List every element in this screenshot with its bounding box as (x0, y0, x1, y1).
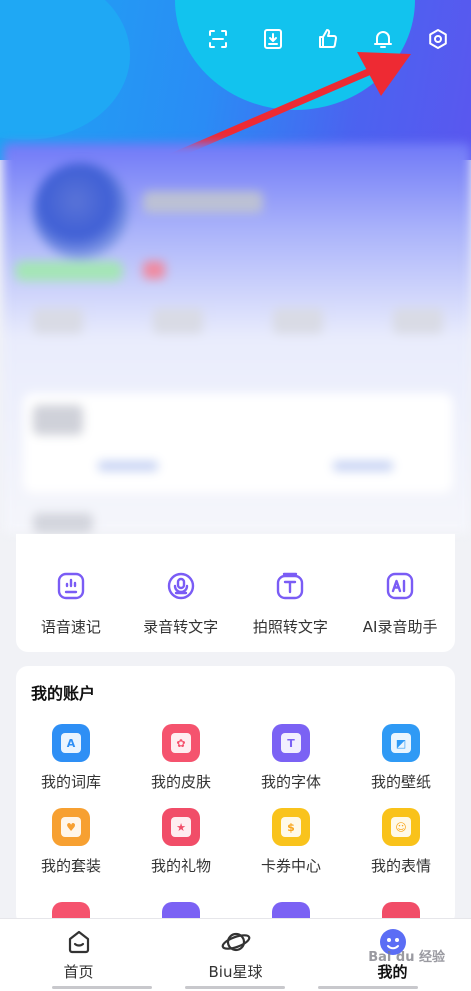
tool-label: 录音转文字 (143, 618, 219, 636)
account-item-wallpaper[interactable]: ◩ 我的壁纸 (346, 724, 455, 792)
gift-icon: ★ (162, 808, 200, 846)
badge-placeholder (143, 261, 165, 279)
watermark: Bai du 经验 (368, 950, 445, 965)
account-item-font[interactable]: T 我的字体 (236, 724, 346, 792)
stats-row-placeholder (33, 308, 443, 334)
top-toolbar (190, 23, 465, 55)
bell-icon[interactable] (355, 23, 410, 55)
planet-icon (221, 927, 251, 957)
nav-planet[interactable]: Biu星球 (157, 919, 314, 991)
account-item-label: 卡券中心 (260, 857, 321, 875)
account-item-label: 我的字体 (260, 773, 321, 791)
voice-note-icon (53, 568, 89, 604)
account-item-coupon[interactable]: $ 卡券中心 (236, 808, 346, 876)
account-item-label: 我的壁纸 (370, 773, 431, 791)
nav-indicator (318, 986, 418, 989)
account-item-label: 我的词库 (40, 773, 101, 791)
tool-photo-to-text[interactable]: 拍照转文字 (236, 534, 346, 652)
nav-indicator (185, 986, 285, 989)
dictionary-icon: A (52, 724, 90, 762)
nav-home[interactable]: 首页 (0, 919, 157, 991)
profile-header (0, 0, 471, 160)
section-title: 我的账户 (31, 684, 96, 703)
my-account-card: 我的账户 A 我的词库 ✿ 我的皮肤 T 我的字体 ◩ 我的壁纸 ♥ 我的套装 … (16, 666, 455, 926)
tool-recording-to-text[interactable]: 录音转文字 (126, 534, 236, 652)
coupon-icon: $ (272, 808, 310, 846)
suit-icon: ♥ (52, 808, 90, 846)
card-title-placeholder (33, 405, 83, 435)
username-placeholder (143, 191, 263, 213)
wallpaper-icon: ◩ (382, 724, 420, 762)
photo-to-text-icon (272, 568, 308, 604)
blurred-profile-area (3, 143, 471, 533)
card-button-placeholder (333, 461, 393, 471)
skin-icon: ✿ (162, 724, 200, 762)
thumbs-up-icon[interactable] (300, 23, 355, 55)
account-grid: A 我的词库 ✿ 我的皮肤 T 我的字体 ◩ 我的壁纸 ♥ 我的套装 ★ 我的礼… (16, 724, 455, 926)
scan-icon[interactable] (190, 23, 245, 55)
badge-placeholder (15, 261, 123, 281)
tools-card: 语音速记 录音转文字 拍照转文字 AI录音助手 (16, 534, 455, 652)
tool-label: AI录音助手 (362, 618, 438, 636)
nav-label: 首页 (63, 963, 94, 981)
account-item-emoji[interactable]: ☺ 我的表情 (346, 808, 455, 876)
download-icon[interactable] (245, 23, 300, 55)
avatar[interactable] (33, 163, 129, 259)
nav-label: Biu星球 (208, 963, 263, 981)
section-title-placeholder (33, 513, 93, 533)
account-item-label: 我的表情 (370, 857, 431, 875)
account-item-label: 我的礼物 (150, 857, 211, 875)
emoji-icon: ☺ (382, 808, 420, 846)
membership-card-placeholder (23, 393, 453, 493)
account-item-gift[interactable]: ★ 我的礼物 (126, 808, 236, 876)
account-item-suit[interactable]: ♥ 我的套装 (16, 808, 126, 876)
home-icon (64, 927, 94, 957)
tool-label: 拍照转文字 (252, 618, 328, 636)
tool-label: 语音速记 (40, 618, 101, 636)
account-item-dictionary[interactable]: A 我的词库 (16, 724, 126, 792)
account-item-label: 我的皮肤 (150, 773, 211, 791)
header-decoration (0, 0, 130, 140)
ai-recording-icon (382, 568, 418, 604)
font-icon: T (272, 724, 310, 762)
header-decoration (175, 0, 415, 110)
tool-ai-recording[interactable]: AI录音助手 (345, 534, 455, 652)
card-button-placeholder (98, 461, 158, 471)
account-item-label: 我的套装 (40, 857, 101, 875)
settings-icon[interactable] (410, 23, 465, 55)
recording-to-text-icon (163, 568, 199, 604)
account-item-skin[interactable]: ✿ 我的皮肤 (126, 724, 236, 792)
nav-indicator (52, 986, 152, 989)
tool-voice-note[interactable]: 语音速记 (16, 534, 126, 652)
